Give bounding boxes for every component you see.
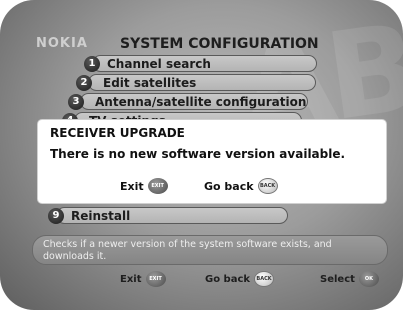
menu-item-label: Edit satellites: [103, 76, 197, 90]
number-3-icon: 3: [68, 94, 84, 110]
back-key-icon: BACK: [254, 271, 275, 287]
menu-item-edit-satellites[interactable]: Edit satellites: [88, 74, 316, 91]
dialog-exit-label: Exit: [120, 179, 144, 193]
menu-item-reinstall[interactable]: Reinstall: [56, 207, 288, 224]
menu-item-channel-search[interactable]: Channel search: [92, 55, 317, 72]
tv-screen: AB NOKIA SYSTEM CONFIGURATION Channel se…: [0, 0, 403, 310]
footer-back-button[interactable]: Go back BACK: [205, 271, 275, 287]
exit-key-icon: EXIT: [145, 271, 166, 287]
menu-item-antenna-satellite-configuration[interactable]: Antenna/satellite configuration: [80, 93, 308, 110]
dialog-message: There is no new software version availab…: [50, 147, 346, 161]
menu-item-label: Reinstall: [71, 209, 131, 223]
brand-logo: NOKIA: [36, 36, 88, 51]
receiver-upgrade-dialog: RECEIVER UPGRADE There is no new softwar…: [38, 120, 386, 203]
back-key-icon: BACK: [257, 178, 278, 194]
footer-select-button[interactable]: Select OK: [320, 271, 379, 287]
help-text: Checks if a newer version of the system …: [32, 235, 388, 265]
number-9-icon: 9: [48, 208, 64, 224]
number-2-icon: 2: [76, 75, 92, 91]
footer-select-label: Select: [320, 273, 355, 285]
dialog-title: RECEIVER UPGRADE: [50, 126, 185, 140]
menu-item-label: Channel search: [107, 57, 211, 71]
dialog-back-label: Go back: [204, 179, 254, 193]
page-title: SYSTEM CONFIGURATION: [120, 36, 319, 52]
dialog-exit-button[interactable]: Exit EXIT: [120, 178, 168, 194]
exit-key-icon: EXIT: [147, 178, 168, 194]
dialog-back-button[interactable]: Go back BACK: [204, 178, 278, 194]
footer-exit-label: Exit: [120, 273, 142, 285]
footer-exit-button[interactable]: Exit EXIT: [120, 271, 166, 287]
footer-back-label: Go back: [205, 273, 251, 285]
menu-item-label: Antenna/satellite configuration: [95, 95, 307, 109]
ok-key-icon: OK: [358, 271, 379, 287]
number-1-icon: 1: [84, 56, 100, 72]
